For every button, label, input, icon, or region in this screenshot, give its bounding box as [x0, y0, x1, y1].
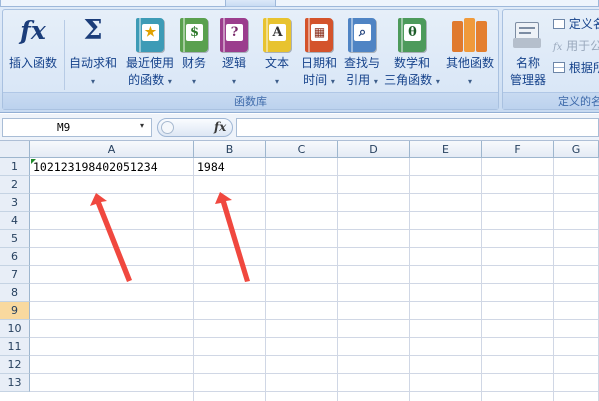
question-book-icon: ? — [220, 18, 248, 52]
financial-label: 财务 — [181, 56, 206, 70]
chevron-down-icon: ▾ — [191, 77, 196, 86]
create-from-selection-button[interactable]: 根据所 — [553, 60, 599, 76]
magnifier-book-icon: ⌕ — [348, 18, 376, 52]
insert-function-fx-button[interactable]: fx — [214, 120, 226, 134]
finance-book-icon: $ — [180, 18, 208, 52]
create-from-selection-label: 根据所 — [568, 61, 599, 75]
recent-functions-label: 最近使用 — [125, 56, 174, 70]
fx-small-icon: fx — [553, 42, 563, 53]
formula-bar: M9 ▾ fx — [0, 114, 599, 141]
name-box[interactable]: M9 — [2, 118, 152, 137]
theta-book-icon: θ — [398, 18, 426, 52]
more-functions-label: 其他函数 — [445, 56, 494, 70]
calendar-book-icon: ▦ — [305, 18, 333, 52]
formula-controls: fx — [157, 118, 233, 137]
name-manager-label-2: 管理器 — [509, 73, 546, 87]
math-trig-label: 数学和 — [393, 56, 430, 70]
name-tag-icon — [513, 18, 543, 50]
date-time-label-2: 时间 — [303, 73, 328, 87]
ribbon-tab-strip — [0, 0, 599, 7]
defined-names-group: 名称 管理器 定义名 fx 用于公 根据所 定义的名 — [502, 9, 599, 110]
chevron-down-icon: ▾ — [274, 77, 279, 86]
lookup-reference-label-2: 引用 — [346, 73, 371, 87]
fx-icon: fx — [20, 16, 46, 45]
chevron-down-icon: ▾ — [435, 77, 440, 86]
star-book-icon: ★ — [136, 18, 164, 52]
define-name-icon — [553, 19, 565, 29]
ribbon-separator — [64, 20, 65, 90]
use-in-formula-label: 用于公 — [566, 39, 599, 53]
text-book-icon: A — [263, 18, 291, 52]
chevron-down-icon: ▾ — [167, 77, 172, 86]
chevron-down-icon: ▾ — [231, 77, 236, 86]
chevron-down-icon: ▾ — [90, 77, 95, 86]
formula-input[interactable] — [236, 118, 599, 137]
use-in-formula-button[interactable]: fx 用于公 — [553, 38, 599, 56]
insert-function-label: 插入函数 — [8, 56, 57, 70]
logical-label: 逻辑 — [221, 56, 246, 70]
define-name-label: 定义名 — [568, 17, 599, 31]
chevron-down-icon: ▾ — [467, 77, 472, 86]
name-box-dropdown-icon[interactable]: ▾ — [140, 121, 144, 130]
date-time-label: 日期和 — [300, 56, 337, 70]
worksheet-grid: ABCDEFG 1 2 3 4 5 6 7 8 9 10 11 12 13 10212319840205… — [0, 141, 599, 401]
ribbon-tab-edge — [0, 0, 226, 7]
function-library-label: 函数库 — [3, 92, 498, 109]
red-arrow-b1 — [215, 192, 250, 282]
defined-names-label: 定义的名 — [503, 92, 599, 109]
chevron-down-icon: ▾ — [373, 77, 378, 86]
red-arrow-a1 — [90, 193, 132, 282]
grid-small-icon — [553, 62, 565, 73]
ribbon: fx 插入函数 Σ 自动求和 ▾ ★ 最近使用 的函数 ▾ $ 财务 ▾ ? 逻… — [0, 7, 599, 113]
math-trig-label-2: 三角函数 — [384, 73, 433, 87]
chevron-down-icon: ▾ — [330, 77, 335, 86]
sigma-icon: Σ — [83, 15, 103, 46]
expand-circle-icon[interactable] — [161, 121, 174, 134]
books-icon — [452, 18, 488, 52]
function-library-group: fx 插入函数 Σ 自动求和 ▾ ★ 最近使用 的函数 ▾ $ 财务 ▾ ? 逻… — [2, 9, 499, 110]
text-label: 文本 — [264, 56, 289, 70]
define-name-button[interactable]: 定义名 — [553, 16, 599, 32]
autosum-label: 自动求和 — [68, 56, 117, 70]
annotation-arrows — [90, 192, 250, 282]
recent-functions-label-2: 的函数 — [128, 73, 165, 87]
excel-window: { "ribbon": { "buttons": { "insert_funct… — [0, 0, 599, 401]
ribbon-tab-edge — [275, 0, 599, 7]
lookup-reference-label: 查找与 — [343, 56, 380, 70]
name-manager-label: 名称 — [515, 56, 540, 70]
